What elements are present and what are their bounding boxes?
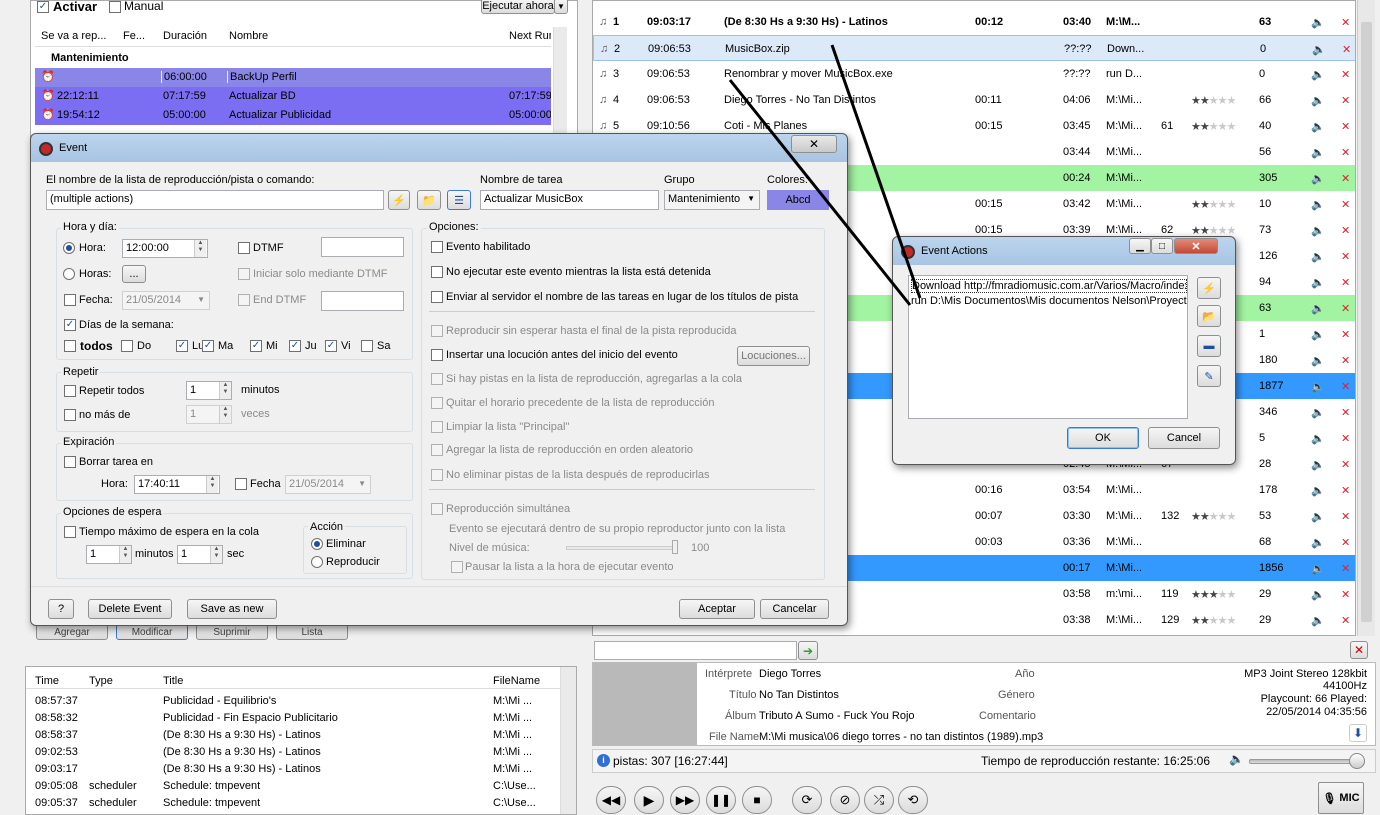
annotation-lines <box>728 44 922 306</box>
